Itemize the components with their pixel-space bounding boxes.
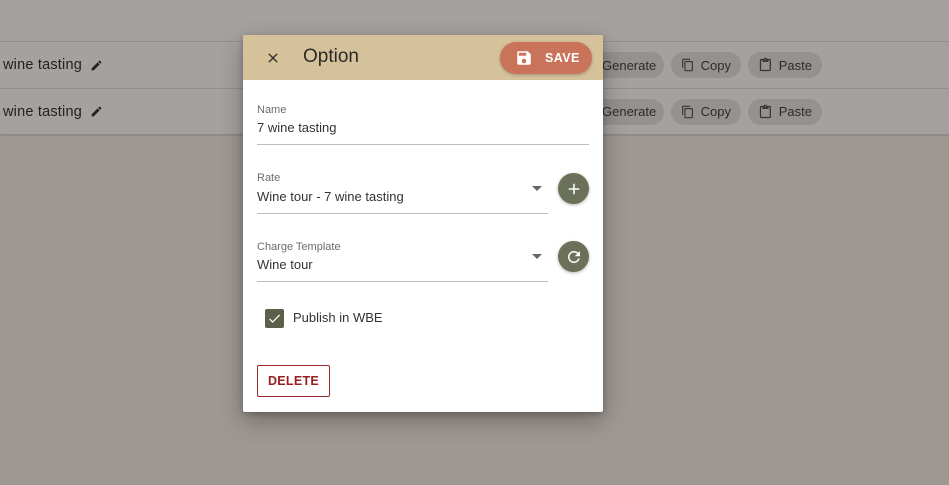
name-underline bbox=[257, 144, 589, 145]
plus-icon bbox=[568, 183, 579, 194]
add-rate-button[interactable] bbox=[558, 173, 589, 204]
publish-label: Publish in WBE bbox=[293, 310, 383, 325]
save-label: SAVE bbox=[545, 51, 580, 65]
check-icon bbox=[269, 314, 281, 323]
charge-template-label: Charge Template bbox=[257, 241, 341, 253]
dialog-header: Option SAVE bbox=[243, 35, 603, 80]
refresh-template-button[interactable] bbox=[558, 241, 589, 272]
charge-template-underline bbox=[257, 281, 548, 282]
chevron-down-icon[interactable] bbox=[532, 186, 542, 191]
option-dialog: Option SAVE Name 7 wine tasting Rate Win… bbox=[243, 35, 603, 412]
name-input[interactable]: 7 wine tasting bbox=[257, 120, 337, 135]
rate-underline bbox=[257, 213, 548, 214]
floppy-disk-icon bbox=[517, 51, 531, 65]
chevron-down-icon[interactable] bbox=[532, 254, 542, 259]
delete-button[interactable]: DELETE bbox=[257, 365, 330, 397]
delete-label: DELETE bbox=[267, 374, 320, 388]
rate-select[interactable]: Wine tour - 7 wine tasting bbox=[257, 189, 404, 204]
rate-label: Rate bbox=[257, 172, 281, 184]
charge-template-select[interactable]: Wine tour bbox=[257, 257, 313, 272]
close-button[interactable] bbox=[261, 46, 285, 70]
refresh-icon bbox=[567, 250, 580, 263]
dialog-title: Option bbox=[303, 46, 359, 67]
publish-checkbox[interactable] bbox=[265, 309, 284, 328]
name-label: Name bbox=[257, 104, 287, 116]
close-icon bbox=[268, 53, 278, 63]
save-button[interactable]: SAVE bbox=[500, 42, 592, 74]
